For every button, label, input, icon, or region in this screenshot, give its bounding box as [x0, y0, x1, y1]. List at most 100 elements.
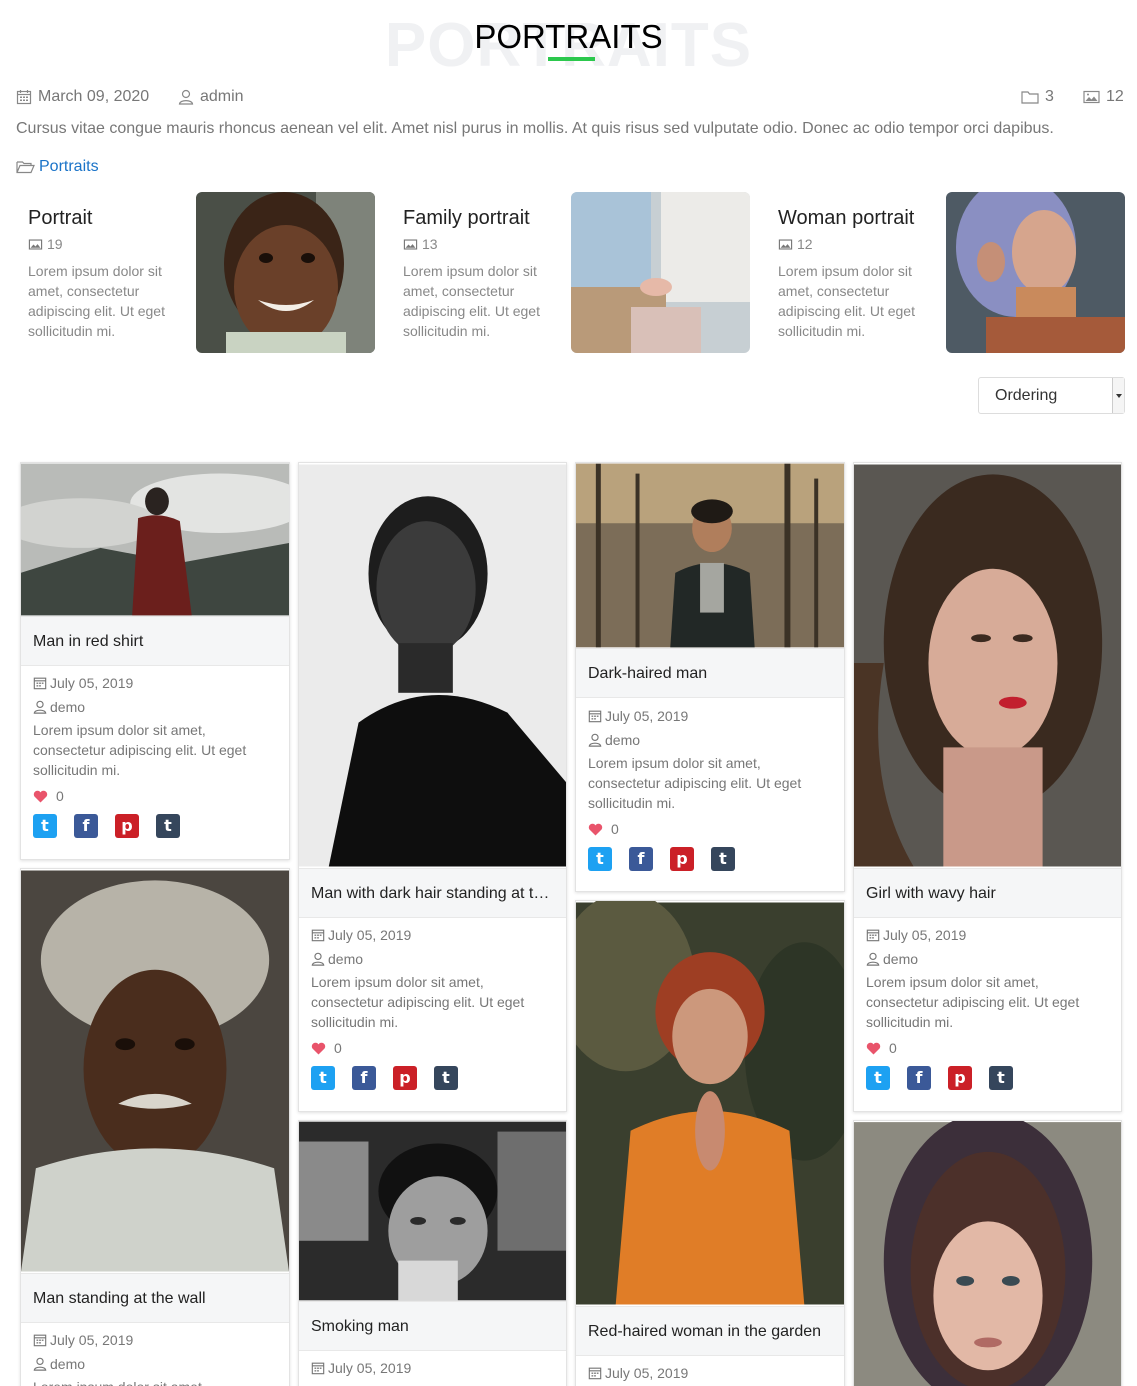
tumblr-share-icon[interactable]: t — [989, 1066, 1013, 1090]
card-title[interactable]: Man in red shirt — [21, 616, 289, 666]
photo-card[interactable]: Girl with wavy hair July 05, 2019 demo L… — [853, 462, 1122, 1112]
card-body: July 05, 2019 demo Lorem ipsum dolor sit… — [311, 923, 554, 1090]
card-author[interactable]: demo — [328, 951, 363, 967]
card-title[interactable]: Man with dark hair standing at the wall — [299, 868, 566, 918]
category-title[interactable]: Portrait — [28, 207, 92, 230]
image-count: 12 — [1083, 88, 1124, 106]
category-title[interactable]: Woman portrait — [778, 207, 914, 230]
calendar-icon — [16, 90, 32, 105]
user-icon — [33, 1357, 47, 1371]
calendar-icon — [866, 929, 880, 942]
card-date: July 05, 2019 — [605, 1365, 689, 1381]
calendar-icon — [588, 710, 602, 723]
pinterest-share-icon[interactable]: p — [670, 847, 694, 871]
facebook-share-icon[interactable]: f — [352, 1066, 376, 1090]
category-text: Lorem ipsum dolor sit amet, consectetur … — [28, 263, 165, 339]
card-photo[interactable] — [854, 463, 1121, 868]
facebook-share-icon[interactable]: f — [629, 847, 653, 871]
post-date-text: March 09, 2020 — [38, 88, 150, 105]
photo-card[interactable]: Man in red shirt July 05, 2019 demo Lore… — [20, 462, 290, 860]
tumblr-share-icon[interactable]: t — [156, 814, 180, 838]
card-text: Lorem ipsum dolor sit amet, consectetur … — [311, 974, 525, 1030]
tumblr-share-icon[interactable]: t — [711, 847, 735, 871]
photo-card[interactable]: Red-haired woman in the garden July 05, … — [575, 900, 845, 1386]
photo-card[interactable]: Dark-haired man July 05, 2019 demo Lorem… — [575, 462, 845, 892]
calendar-icon — [588, 1367, 602, 1380]
heart-icon[interactable] — [311, 1042, 326, 1055]
photo-card[interactable] — [853, 1120, 1122, 1386]
chevron-down-icon[interactable] — [1112, 378, 1124, 413]
card-body: July 05, 2019 — [311, 1356, 554, 1380]
breadcrumb[interactable]: Portraits — [16, 158, 99, 176]
card-author[interactable]: demo — [883, 951, 918, 967]
photo-card[interactable]: Man with dark hair standing at the wall … — [298, 462, 567, 1112]
card-body: July 05, 2019 demo Lorem ipsum dolor sit… — [588, 704, 832, 871]
card-date: July 05, 2019 — [605, 708, 689, 724]
facebook-share-icon[interactable]: f — [74, 814, 98, 838]
photo-card[interactable]: Smoking man July 05, 2019 — [298, 1120, 567, 1386]
card-author[interactable]: demo — [605, 732, 640, 748]
card-text: Lorem ipsum dolor sit amet, consectetur … — [866, 974, 1080, 1030]
card-body: July 05, 2019 demo Lorem ipsum dolor sit… — [866, 923, 1109, 1090]
heart-icon[interactable] — [588, 823, 603, 836]
card-photo[interactable] — [299, 463, 566, 868]
tumblr-share-icon[interactable]: t — [434, 1066, 458, 1090]
pinterest-share-icon[interactable]: p — [115, 814, 139, 838]
like-count: 0 — [56, 788, 64, 804]
user-icon — [178, 89, 194, 105]
photo-card[interactable]: Man standing at the wall July 05, 2019 d… — [20, 868, 290, 1386]
card-title[interactable]: Man standing at the wall — [21, 1273, 289, 1323]
category-text: Lorem ipsum dolor sit amet, consectetur … — [403, 263, 540, 339]
card-text: Lorem ipsum dolor sit amet, consectetur … — [33, 722, 247, 778]
card-photo[interactable] — [576, 463, 844, 648]
category-woman-portrait[interactable]: Woman portrait 12 Lorem ipsum dolor sit … — [766, 192, 1125, 353]
card-author[interactable]: demo — [50, 1356, 85, 1372]
card-photo[interactable] — [21, 463, 289, 616]
page-title: PORTRAITS — [474, 18, 663, 55]
card-title[interactable]: Red-haired woman in the garden — [576, 1306, 844, 1356]
category-title[interactable]: Family portrait — [403, 207, 530, 230]
heart-icon[interactable] — [33, 790, 48, 803]
image-icon — [28, 238, 43, 250]
card-title[interactable]: Girl with wavy hair — [854, 868, 1121, 918]
card-author[interactable]: demo — [50, 699, 85, 715]
folder-count: 3 — [1021, 88, 1054, 106]
post-author[interactable]: admin — [178, 88, 244, 106]
card-title[interactable]: Smoking man — [299, 1301, 566, 1351]
image-icon — [778, 238, 793, 250]
card-photo[interactable] — [854, 1121, 1121, 1386]
category-image[interactable] — [571, 192, 750, 353]
card-title[interactable]: Dark-haired man — [576, 648, 844, 698]
card-text: Lorem ipsum dolor sit amet, consectetur … — [33, 1377, 277, 1386]
card-body: July 05, 2019 — [588, 1361, 832, 1385]
user-icon — [866, 952, 880, 966]
twitter-share-icon[interactable]: t — [866, 1066, 890, 1090]
folder-open-icon — [16, 161, 35, 174]
card-photo[interactable] — [576, 901, 844, 1306]
card-photo[interactable] — [299, 1121, 566, 1301]
card-date: July 05, 2019 — [328, 927, 412, 943]
heart-icon[interactable] — [866, 1042, 881, 1055]
category-text: Lorem ipsum dolor sit amet, consectetur … — [778, 263, 915, 339]
card-date: July 05, 2019 — [50, 1332, 134, 1348]
category-image[interactable] — [196, 192, 375, 353]
twitter-share-icon[interactable]: t — [311, 1066, 335, 1090]
pinterest-share-icon[interactable]: p — [948, 1066, 972, 1090]
card-photo[interactable] — [21, 869, 289, 1273]
breadcrumb-link[interactable]: Portraits — [39, 158, 99, 176]
ordering-select[interactable]: Ordering — [978, 377, 1125, 414]
user-icon — [311, 952, 325, 966]
calendar-icon — [311, 1362, 325, 1375]
twitter-share-icon[interactable]: t — [588, 847, 612, 871]
category-family-portrait[interactable]: Family portrait 13 Lorem ipsum dolor sit… — [391, 192, 750, 353]
category-portrait[interactable]: Portrait 19 Lorem ipsum dolor sit amet, … — [16, 192, 375, 353]
facebook-share-icon[interactable]: f — [907, 1066, 931, 1090]
twitter-share-icon[interactable]: t — [33, 814, 57, 838]
ordering-label: Ordering — [995, 387, 1058, 404]
category-image[interactable] — [946, 192, 1125, 353]
pinterest-share-icon[interactable]: p — [393, 1066, 417, 1090]
card-date: July 05, 2019 — [883, 927, 967, 943]
calendar-icon — [33, 1334, 47, 1347]
calendar-icon — [33, 677, 47, 690]
card-text: Lorem ipsum dolor sit amet, consectetur … — [588, 755, 802, 811]
